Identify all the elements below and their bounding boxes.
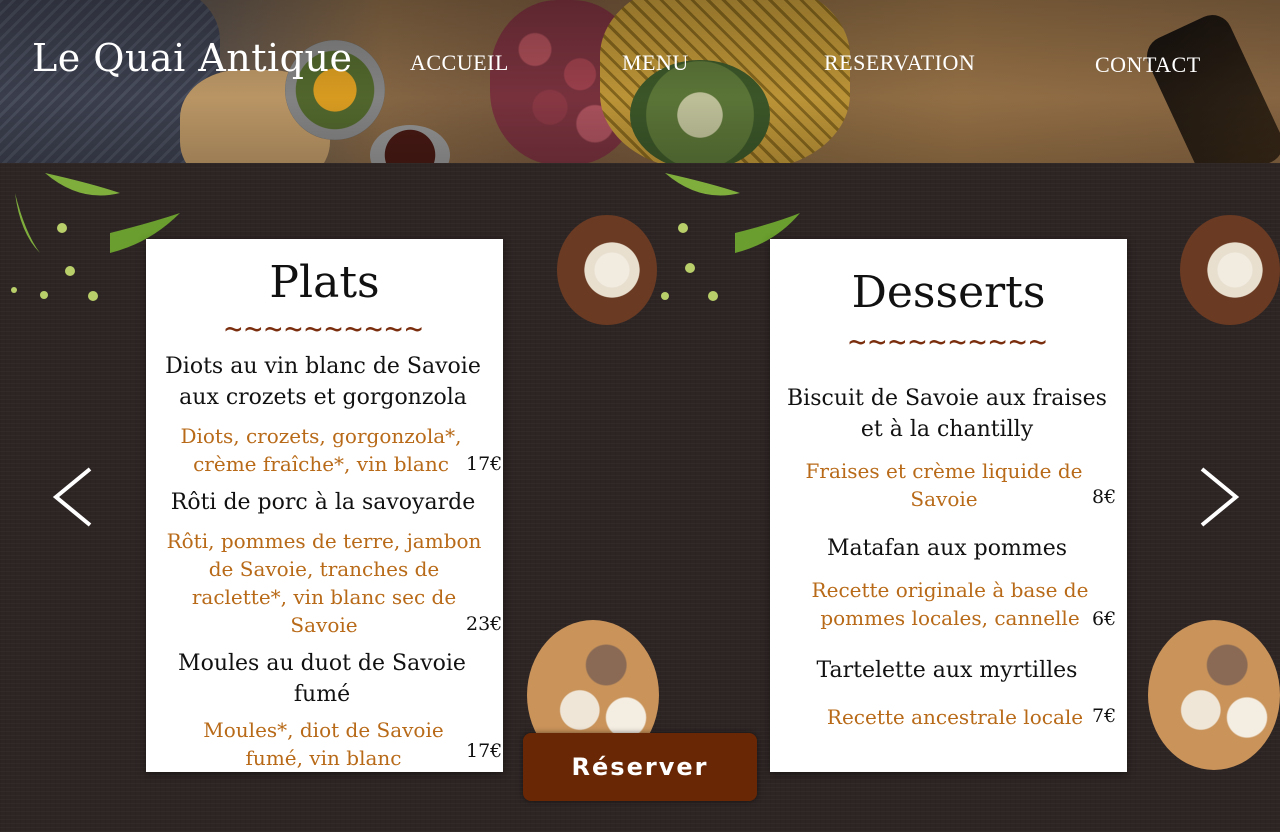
dish-name: Biscuit de Savoie aux fraises et à la ch… xyxy=(787,386,1107,442)
dish-price: 8€ xyxy=(1092,486,1117,508)
dish-name: Diots au vin blanc de Savoie aux crozets… xyxy=(165,354,481,410)
nav-reservation[interactable]: RESERVATION xyxy=(824,50,975,76)
menu-card-desserts: Desserts ~~~~~~~~~~ Biscuit de Savoie au… xyxy=(770,239,1127,772)
dish-price: 17€ xyxy=(466,453,503,475)
card-divider: ~~~~~~~~~~ xyxy=(848,325,1049,360)
dish-name: Matafan aux pommes xyxy=(826,536,1068,561)
header-banner: Le Quai Antique ACCUEIL MENU RESERVATION… xyxy=(0,0,1280,163)
dish-price: 7€ xyxy=(1092,705,1117,727)
chevron-left-icon xyxy=(52,467,92,527)
card-title: Desserts xyxy=(851,267,1046,318)
dish-description: Fraises et crème liquide de Savoie xyxy=(805,459,1083,511)
garlic-spoon-decoration-right xyxy=(1180,215,1280,325)
nav-contact[interactable]: CONTACT xyxy=(1095,52,1201,78)
header-shade xyxy=(0,0,1280,163)
dish-name: Moules au duot de Savoie fumé xyxy=(178,651,466,707)
card-title: Plats xyxy=(269,257,380,308)
carousel-next-button[interactable] xyxy=(1200,467,1240,527)
chevron-right-icon xyxy=(1200,467,1240,527)
menu-card-plats: Plats ~~~~~~~~~~ Diots au vin blanc de S… xyxy=(146,239,503,772)
carousel-prev-button[interactable] xyxy=(52,467,92,527)
site-logo[interactable]: Le Quai Antique xyxy=(32,36,352,80)
dish-description: Rôti, pommes de terre, jambon de Savoie,… xyxy=(166,529,482,637)
dish-description: Recette originale à base de pommes local… xyxy=(811,578,1089,630)
dish-name: Rôti de porc à la savoyarde xyxy=(170,490,476,515)
mushroom-spoon-decoration-right xyxy=(1148,620,1280,770)
dish-name: Tartelette aux myrtilles xyxy=(816,658,1078,683)
dish-description: Moules*, diot de Savoie fumé, vin blanc xyxy=(203,718,444,770)
dish-price: 23€ xyxy=(466,613,503,635)
reserve-button[interactable]: Réserver xyxy=(523,733,757,801)
nav-menu[interactable]: MENU xyxy=(622,50,689,76)
garlic-spoon-decoration xyxy=(557,215,657,325)
dish-description: Recette ancestrale locale xyxy=(826,705,1084,729)
nav-accueil[interactable]: ACCUEIL xyxy=(410,50,509,76)
dish-price: 17€ xyxy=(466,740,503,762)
card-divider: ~~~~~~~~~~ xyxy=(224,312,425,347)
dish-price: 6€ xyxy=(1092,608,1117,630)
dish-description: Diots, crozets, gorgonzola*, crème fraîc… xyxy=(180,424,462,476)
